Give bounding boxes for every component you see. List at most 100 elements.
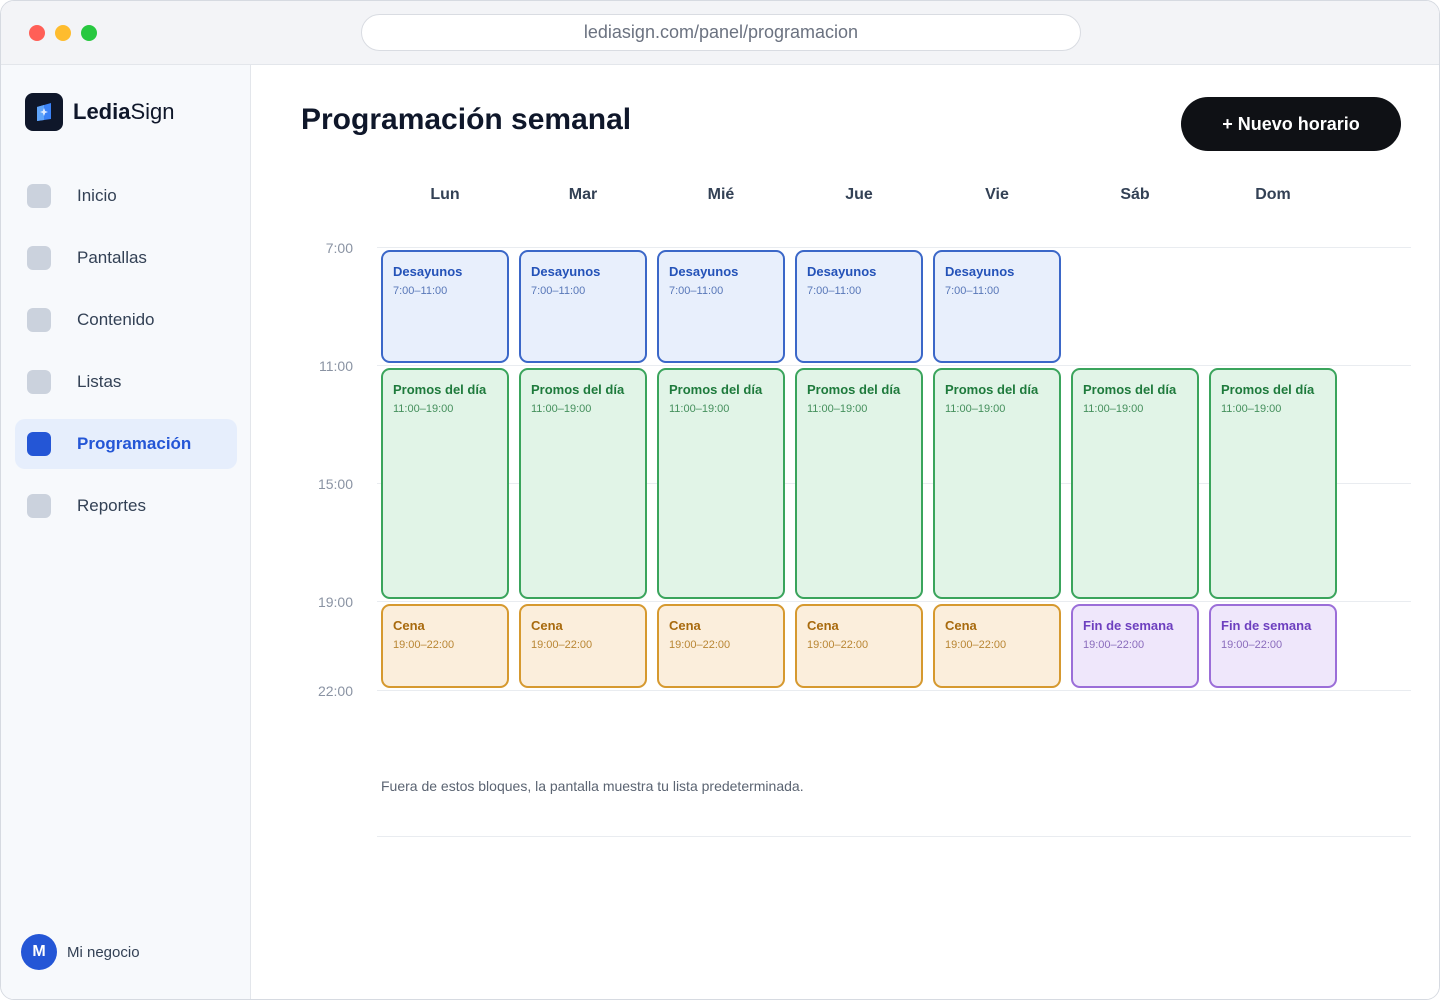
sidebar-item-screens[interactable]: Pantallas: [15, 233, 237, 283]
schedule-block-promos[interactable]: Promos del día 11:00–19:00: [1071, 368, 1199, 599]
block-title: Cena: [393, 618, 425, 633]
close-window-button[interactable]: [29, 25, 45, 41]
block-time-range: 19:00–22:00: [1083, 639, 1145, 651]
schedule-block-breakfast[interactable]: Desayunos 7:00–11:00: [381, 250, 509, 363]
sidebar-item-label: Reportes: [77, 496, 146, 515]
block-title: Promos del día: [807, 382, 901, 397]
new-schedule-button[interactable]: + Nuevo horario: [1181, 97, 1401, 151]
block-title: Promos del día: [393, 382, 487, 397]
avatar: M: [21, 934, 57, 970]
maximize-window-button[interactable]: [81, 25, 97, 41]
sidebar-item-home[interactable]: Inicio: [15, 171, 237, 221]
schedule-block-promos[interactable]: Promos del día 11:00–19:00: [519, 368, 647, 599]
schedule-block-promos[interactable]: Promos del día 11:00–19:00: [1209, 368, 1337, 599]
schedule-block-breakfast[interactable]: Desayunos 7:00–11:00: [933, 250, 1061, 363]
schedule-block-dinner[interactable]: Cena 19:00–22:00: [795, 604, 923, 688]
time-label: 22:00: [317, 682, 353, 699]
day-header: Sáb: [1120, 186, 1150, 203]
calendar-footnote: Fuera de estos bloques, la pantalla mues…: [381, 778, 804, 794]
block-title: Cena: [531, 618, 563, 633]
block-time-range: 11:00–19:00: [1083, 403, 1144, 415]
schedule-block-promos[interactable]: Promos del día 11:00–19:00: [657, 368, 785, 599]
block-time-range: 7:00–11:00: [393, 285, 448, 297]
schedule-block-dinner[interactable]: Cena 19:00–22:00: [933, 604, 1061, 688]
block-time-range: 11:00–19:00: [945, 403, 1006, 415]
block-title: Desayunos: [393, 264, 463, 279]
playlists-icon: [27, 370, 51, 394]
day-header: Dom: [1255, 186, 1291, 203]
schedule-block-promos[interactable]: Promos del día 11:00–19:00: [381, 368, 509, 599]
time-label: 19:00: [317, 594, 353, 610]
block-title: Desayunos: [531, 264, 601, 279]
sidebar-item-playlists[interactable]: Listas: [15, 357, 237, 407]
block-title: Promos del día: [1083, 382, 1177, 397]
address-bar[interactable]: lediasign.com/panel/programacion: [361, 14, 1081, 51]
screens-icon: [27, 246, 51, 270]
brand-name: LediaSign: [73, 99, 175, 124]
block-title: Promos del día: [1221, 382, 1315, 397]
sidebar-item-label: Listas: [77, 372, 122, 391]
block-title: Promos del día: [669, 382, 763, 397]
block-time-range: 11:00–19:00: [807, 403, 868, 415]
block-title: Promos del día: [945, 382, 1039, 397]
block-time-range: 19:00–22:00: [531, 639, 593, 651]
block-time-range: 19:00–22:00: [669, 639, 731, 651]
schedule-block-weekend[interactable]: Fin de semana 19:00–22:00: [1071, 604, 1199, 688]
browser-chrome: lediasign.com/panel/programacion: [1, 1, 1439, 65]
sidebar-item-schedule[interactable]: Programación: [15, 419, 237, 469]
sidebar-item-label: Inicio: [77, 186, 117, 205]
day-header: Mié: [707, 186, 735, 203]
block-title: Fin de semana: [1083, 618, 1174, 633]
day-header: Mar: [568, 186, 598, 203]
block-time-range: 7:00–11:00: [807, 285, 862, 297]
block-time-range: 7:00–11:00: [669, 285, 724, 297]
block-title: Cena: [945, 618, 977, 633]
schedule-block-promos[interactable]: Promos del día 11:00–19:00: [933, 368, 1061, 599]
calendar-bottom-divider: [377, 836, 1411, 837]
block-title: Desayunos: [669, 264, 739, 279]
main-content: Programación semanal + Nuevo horario Lun…: [252, 65, 1439, 999]
reports-icon: [27, 494, 51, 518]
time-label: 11:00: [319, 358, 353, 374]
block-title: Promos del día: [531, 382, 625, 397]
schedule-block-breakfast[interactable]: Desayunos 7:00–11:00: [519, 250, 647, 363]
block-time-range: 11:00–19:00: [1221, 403, 1282, 415]
hour-gridline: [377, 689, 1411, 691]
sidebar: LediaSign Inicio Pantallas Contenido Listas…: [1, 65, 251, 999]
home-icon: [27, 184, 51, 208]
day-header: Jue: [845, 186, 873, 203]
sidebar-item-content[interactable]: Contenido: [15, 295, 237, 345]
schedule-block-breakfast[interactable]: Desayunos 7:00–11:00: [657, 250, 785, 363]
block-time-range: 11:00–19:00: [669, 403, 730, 415]
browser-window: lediasign.com/panel/programacion LediaSi…: [0, 0, 1440, 1000]
block-time-range: 7:00–11:00: [945, 285, 1000, 297]
block-time-range: 19:00–22:00: [807, 639, 869, 651]
schedule-block-breakfast[interactable]: Desayunos 7:00–11:00: [795, 250, 923, 363]
day-header: Vie: [985, 186, 1009, 203]
block-title: Fin de semana: [1221, 618, 1312, 633]
brand[interactable]: LediaSign: [25, 93, 175, 131]
content-icon: [27, 308, 51, 332]
block-title: Cena: [807, 618, 839, 633]
schedule-icon: [27, 432, 51, 456]
time-label: 7:00: [325, 240, 353, 256]
schedule-block-dinner[interactable]: Cena 19:00–22:00: [381, 604, 509, 688]
schedule-block-dinner[interactable]: Cena 19:00–22:00: [657, 604, 785, 688]
hour-gridline: [377, 247, 1411, 248]
block-time-range: 19:00–22:00: [945, 639, 1007, 651]
page-title: Programación semanal: [301, 103, 632, 136]
schedule-block-dinner[interactable]: Cena 19:00–22:00: [519, 604, 647, 688]
block-title: Cena: [669, 618, 701, 633]
day-header: Lun: [430, 186, 460, 203]
sidebar-item-label: Pantallas: [77, 248, 147, 267]
minimize-window-button[interactable]: [55, 25, 71, 41]
sidebar-item-reports[interactable]: Reportes: [15, 481, 237, 531]
account-name: Mi negocio: [67, 943, 140, 961]
block-time-range: 11:00–19:00: [531, 403, 592, 415]
schedule-block-promos[interactable]: Promos del día 11:00–19:00: [795, 368, 923, 599]
schedule-block-weekend[interactable]: Fin de semana 19:00–22:00: [1209, 604, 1337, 688]
hour-gridline: [377, 601, 1411, 602]
account-menu[interactable]: M Mi negocio: [21, 934, 140, 970]
block-time-range: 11:00–19:00: [393, 403, 454, 415]
time-label: 15:00: [317, 476, 353, 492]
